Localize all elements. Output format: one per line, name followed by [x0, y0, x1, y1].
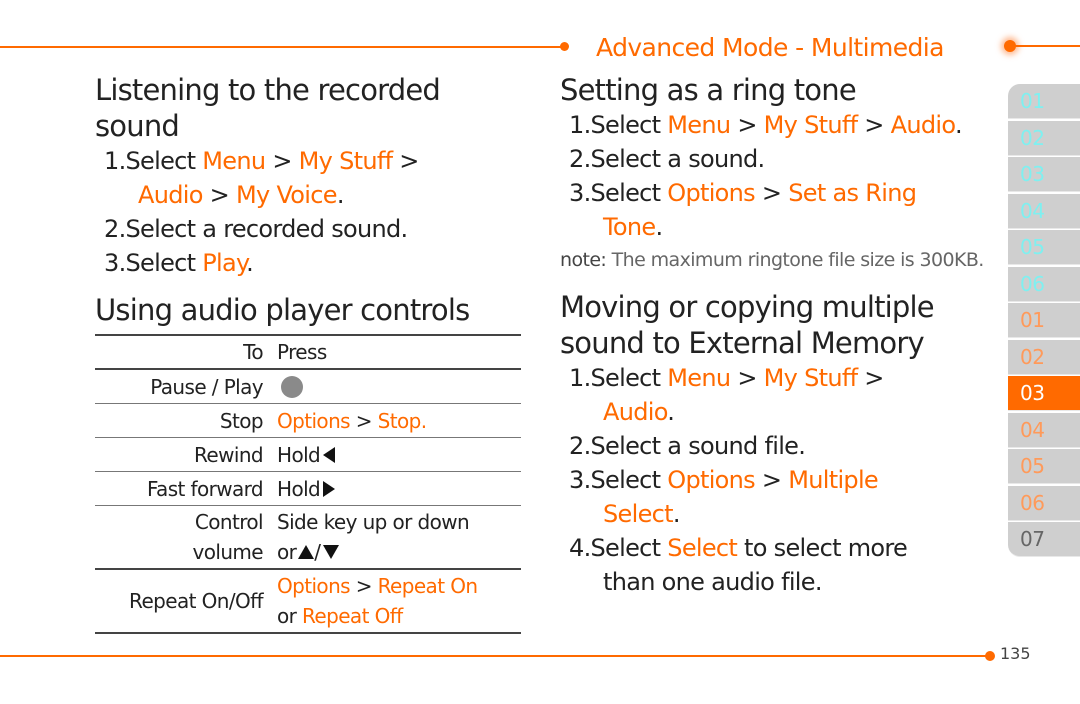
step: 3.Select Options > Set as Ring Tone.	[569, 179, 917, 241]
my-voice-link: My Voice	[236, 181, 338, 209]
chapter-tab-7[interactable]: 01	[1008, 303, 1080, 338]
table-header: To Press	[95, 335, 521, 369]
right-arrow-icon	[323, 480, 336, 497]
section-title: Advanced Mode - Multimedia	[596, 33, 944, 62]
listening-steps: 1.Select Menu > My Stuff > Audio > My Vo…	[104, 144, 535, 280]
chapter-tabs: 01 02 03 04 05 06 01 02 03 04 05 06 07	[1008, 84, 1080, 559]
chapter-tab-1[interactable]: 01	[1008, 84, 1080, 119]
controls-heading: Using audio player controls	[95, 293, 470, 327]
audio-link: Audio	[138, 181, 203, 209]
chapter-tab-9[interactable]: 03	[1008, 376, 1080, 411]
chapter-tab-11[interactable]: 05	[1008, 449, 1080, 484]
footer-dot-icon	[985, 651, 995, 661]
table-row: Fast forward Hold	[95, 472, 521, 506]
step: 3.Select Play.	[104, 249, 254, 277]
header-rule-left	[0, 46, 563, 48]
left-arrow-icon	[323, 446, 336, 463]
moving-steps: 1.Select Menu > My Stuff > Audio. 2.Sele…	[569, 361, 990, 599]
note: note: The maximum ringtone file size is …	[560, 249, 984, 271]
ringtone-steps: 1.Select Menu > My Stuff > Audio. 2.Sele…	[569, 108, 990, 244]
header-dot-icon	[560, 42, 569, 51]
table-row: Control volume Side key up or down or /	[95, 506, 521, 569]
chapter-tab-5[interactable]: 05	[1008, 230, 1080, 265]
chapter-tab-13[interactable]: 07	[1008, 522, 1080, 557]
step: 1.Select Menu > My Stuff > Audio > My Vo…	[104, 147, 419, 209]
down-arrow-icon	[323, 545, 340, 559]
table-row: Pause / Play	[95, 369, 521, 404]
table-row: Stop Options > Stop.	[95, 404, 521, 438]
page-number: 135	[1000, 644, 1031, 663]
chapter-tab-3[interactable]: 03	[1008, 157, 1080, 192]
step: 1.Select Menu > My Stuff > Audio.	[569, 111, 963, 139]
step: 2.Select a sound file.	[569, 432, 806, 460]
center-key-icon	[281, 375, 303, 398]
play-link: Play	[202, 249, 247, 277]
menu-link: Menu	[202, 147, 266, 175]
table-row: Rewind Hold	[95, 438, 521, 472]
my-stuff-link: My Stuff	[298, 147, 393, 175]
note-label: note:	[560, 249, 607, 271]
moving-heading: Moving or copying multiple sound to Exter…	[560, 290, 935, 360]
footer-rule	[0, 655, 988, 657]
table-row: Repeat On/Off Options > Repeat On or Rep…	[95, 569, 521, 633]
chapter-tab-2[interactable]: 02	[1008, 120, 1080, 156]
step: 4.Select Select to select more than one …	[569, 534, 908, 596]
ringtone-section: Setting as a ring tone 1.Select Menu > M…	[560, 72, 990, 599]
chapter-tab-4[interactable]: 04	[1008, 193, 1080, 229]
chapter-tab-6[interactable]: 06	[1008, 266, 1080, 302]
chapter-tab-12[interactable]: 06	[1008, 485, 1080, 521]
step: 3.Select Options > Multiple Select.	[569, 466, 879, 528]
header-rule-right	[1014, 45, 1080, 47]
chapter-tab-8[interactable]: 02	[1008, 339, 1080, 375]
header-to: To	[243, 340, 263, 364]
step: 2.Select a recorded sound.	[104, 215, 408, 243]
listening-heading: Listening to the recorded sound	[95, 73, 441, 143]
controls-table: To Press Pause / Play Stop Options > Sto…	[95, 334, 521, 634]
listening-section: Listening to the recorded sound 1.Select…	[95, 72, 535, 280]
header-press: Press	[277, 340, 327, 364]
step: 1.Select Menu > My Stuff > Audio.	[569, 364, 884, 426]
step: 2.Select a sound.	[569, 145, 765, 173]
up-arrow-icon	[298, 545, 315, 559]
ringtone-heading: Setting as a ring tone	[560, 73, 857, 107]
chapter-tab-10[interactable]: 04	[1008, 412, 1080, 448]
